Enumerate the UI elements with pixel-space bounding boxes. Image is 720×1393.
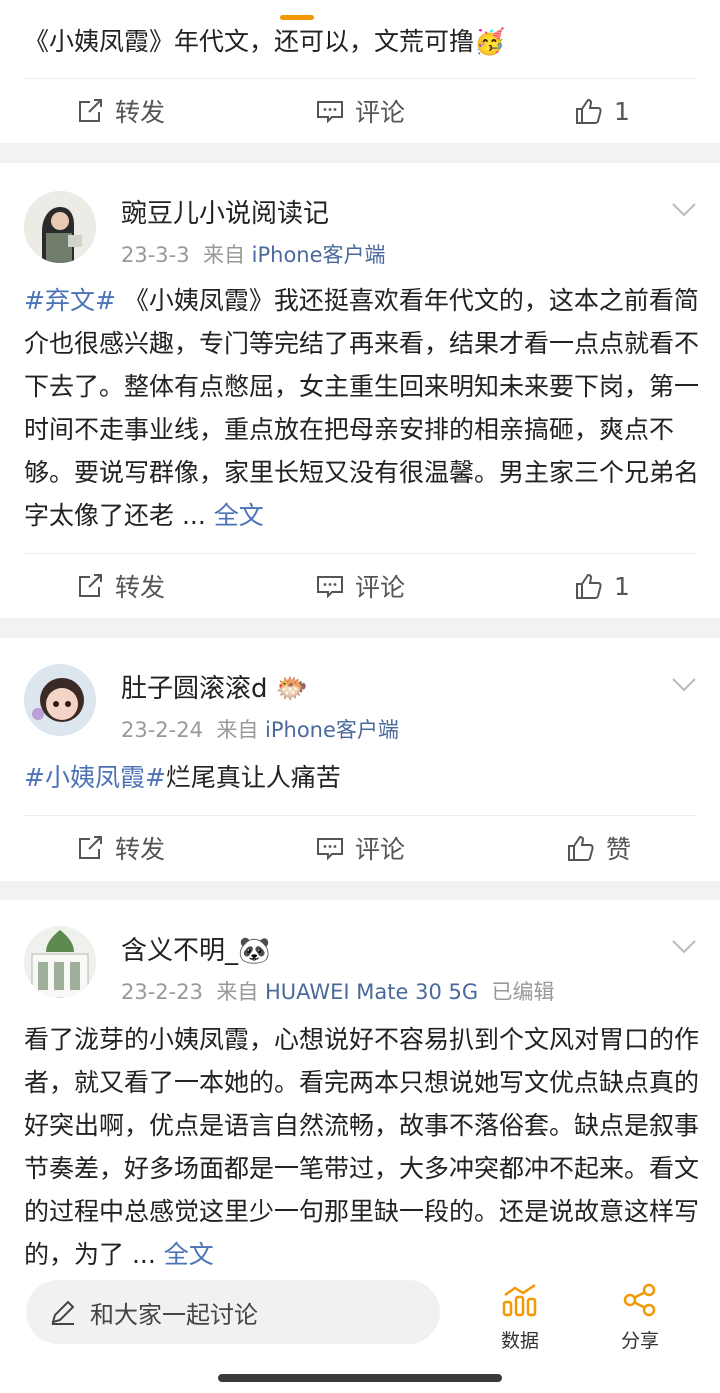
post-card: 肚子圆滚滚d 🐡 23-2-24 来自 iPhone客户端 #小姨凤霞#烂尾真让… bbox=[0, 638, 720, 881]
page: 《小姨凤霞》年代文，还可以，文荒可撸🥳 转发 评论 1 豌豆儿小说阅读记 23-… bbox=[0, 0, 720, 1393]
like-button[interactable]: 1 bbox=[574, 566, 630, 606]
comment-button[interactable]: 评论 bbox=[315, 828, 405, 868]
top-snippet-card: 《小姨凤霞》年代文，还可以，文荒可撸🥳 转发 评论 1 bbox=[0, 0, 720, 143]
repost-button[interactable]: 转发 bbox=[75, 91, 165, 131]
avatar[interactable] bbox=[24, 664, 96, 736]
like-button[interactable]: 1 bbox=[574, 91, 630, 131]
repost-button[interactable]: 转发 bbox=[75, 828, 165, 868]
repost-icon bbox=[79, 99, 102, 122]
action-bar: 转发 评论 赞 bbox=[0, 815, 720, 881]
comment-icon bbox=[317, 101, 343, 124]
expand-full-link[interactable]: 全文 bbox=[206, 501, 264, 530]
top-tabs-faint bbox=[0, 0, 720, 22]
share-button[interactable]: 分享 bbox=[600, 1282, 680, 1353]
data-chart-icon bbox=[502, 1283, 537, 1317]
discussion-input[interactable]: 和大家一起讨论 bbox=[26, 1280, 440, 1344]
avatar[interactable] bbox=[24, 926, 96, 998]
source-link[interactable]: HUAWEI Mate 30 5G bbox=[265, 980, 478, 1004]
post-card: 含义不明_🐼 23-2-23 来自 HUAWEI Mate 30 5G 已编辑 … bbox=[0, 900, 720, 1269]
post-meta: 23-2-23 来自 HUAWEI Mate 30 5G 已编辑 bbox=[121, 980, 555, 1004]
comment-icon bbox=[317, 576, 343, 599]
post-card: 豌豆儿小说阅读记 23-3-3 来自 iPhone客户端 #弃文# 《小姨凤霞》… bbox=[0, 163, 720, 618]
username[interactable]: 含义不明_🐼 bbox=[121, 930, 270, 967]
post-body[interactable]: #小姨凤霞#烂尾真让人痛苦 bbox=[24, 756, 700, 799]
action-bar: 转发 评论 1 bbox=[0, 78, 720, 144]
post-body[interactable]: 看了泷芽的小姨凤霞，心想说好不容易扒到个文风对胃口的作者，就又看了一本她的。看完… bbox=[24, 1018, 700, 1276]
post-meta: 23-3-3 来自 iPhone客户端 bbox=[121, 243, 386, 267]
chevron-down-icon[interactable] bbox=[670, 670, 698, 698]
comment-icon bbox=[317, 838, 343, 861]
like-icon bbox=[576, 98, 602, 124]
username[interactable]: 肚子圆滚滚d 🐡 bbox=[121, 668, 308, 705]
source-link[interactable]: iPhone客户端 bbox=[252, 243, 386, 267]
expand-full-link[interactable]: 全文 bbox=[156, 1240, 214, 1269]
source-link[interactable]: iPhone客户端 bbox=[265, 718, 399, 742]
repost-icon bbox=[79, 836, 102, 859]
hashtag-link[interactable]: #弃文# bbox=[24, 286, 116, 315]
snippet-text[interactable]: 《小姨凤霞》年代文，还可以，文荒可撸🥳 bbox=[24, 20, 700, 63]
chevron-down-icon[interactable] bbox=[670, 932, 698, 960]
comment-button[interactable]: 评论 bbox=[315, 91, 405, 131]
edited-label: 已编辑 bbox=[491, 980, 555, 1004]
home-indicator bbox=[218, 1374, 502, 1382]
chevron-down-icon[interactable] bbox=[670, 195, 698, 223]
avatar[interactable] bbox=[24, 191, 96, 263]
post-body[interactable]: #弃文# 《小姨凤霞》我还挺喜欢看年代文的，这本之前看简介也很感兴趣，专门等完结… bbox=[24, 279, 700, 537]
action-bar: 转发 评论 1 bbox=[0, 553, 720, 619]
data-button[interactable]: 数据 bbox=[480, 1282, 560, 1353]
username[interactable]: 豌豆儿小说阅读记 bbox=[121, 193, 329, 230]
comment-button[interactable]: 评论 bbox=[315, 566, 405, 606]
like-button[interactable]: 赞 bbox=[566, 828, 631, 868]
post-meta: 23-2-24 来自 iPhone客户端 bbox=[121, 718, 399, 742]
repost-icon bbox=[79, 574, 102, 597]
hashtag-link[interactable]: #小姨凤霞# bbox=[24, 763, 166, 792]
like-icon bbox=[568, 835, 594, 861]
like-icon bbox=[576, 573, 602, 599]
share-icon bbox=[623, 1283, 656, 1317]
pen-icon bbox=[51, 1300, 75, 1325]
repost-button[interactable]: 转发 bbox=[75, 566, 165, 606]
